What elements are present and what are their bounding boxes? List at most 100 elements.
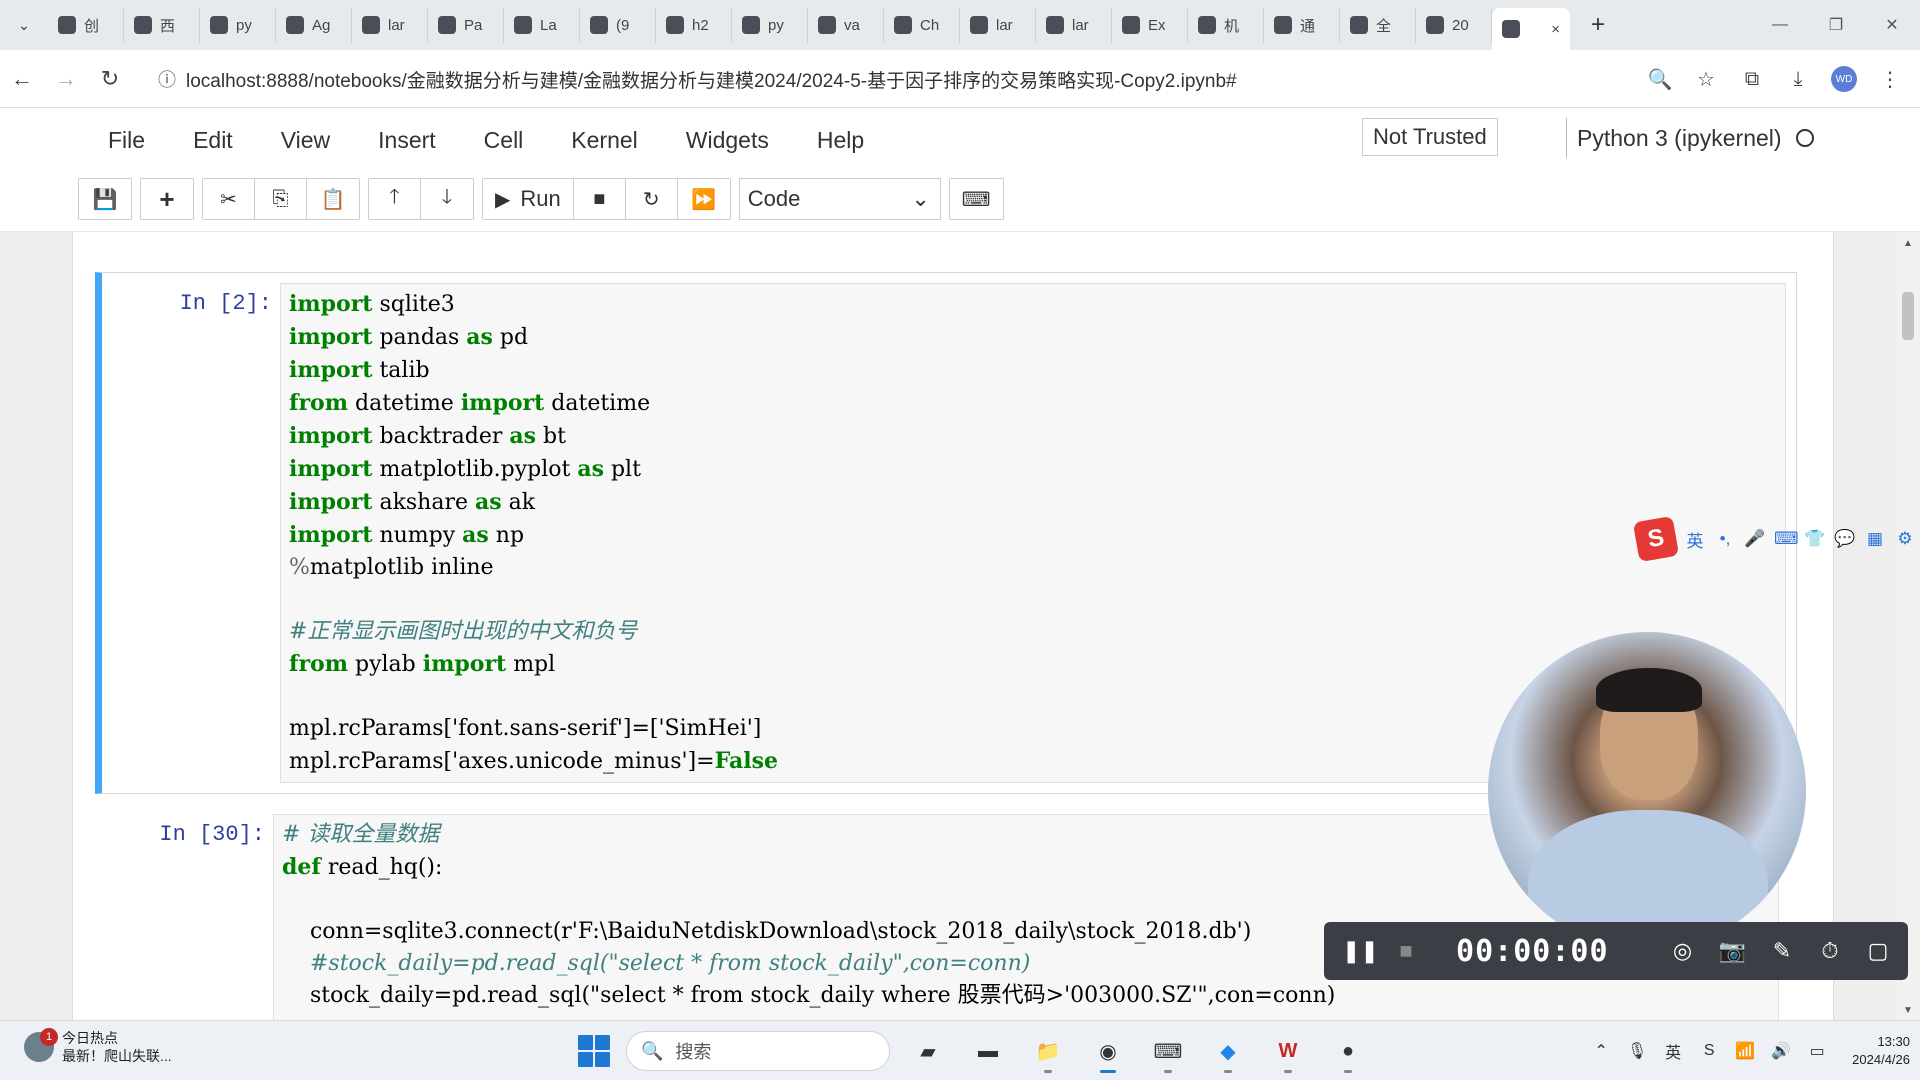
browser-tab[interactable]: lar — [352, 7, 428, 43]
volume-icon[interactable]: 🔊 — [1770, 1041, 1792, 1061]
bookmark-star-icon[interactable]: ☆ — [1686, 59, 1726, 99]
move-down-button[interactable]: 🡓 — [421, 179, 473, 219]
browser-tab[interactable]: (9 — [580, 7, 656, 43]
sogou-logo-icon[interactable]: S — [1632, 515, 1680, 563]
ime-toolbox-icon[interactable]: ▦ — [1864, 529, 1886, 549]
system-clock[interactable]: 13:30 2024/4/26 — [1852, 1033, 1910, 1069]
browser-tab[interactable]: py — [200, 7, 276, 43]
menu-help[interactable]: Help — [797, 122, 892, 158]
code-line: import pandas as pd — [289, 321, 1777, 354]
chevron-up-icon[interactable]: ⌃ — [1590, 1041, 1612, 1061]
news-widget[interactable]: 1 今日热点 最新！爬山失联... — [24, 1028, 172, 1065]
menu-widgets[interactable]: Widgets — [666, 122, 797, 158]
insert-cell-button[interactable]: + — [141, 179, 193, 219]
cell-type-select[interactable]: Code ⌄ — [738, 178, 941, 220]
copy-button[interactable]: ⎘ — [255, 179, 307, 219]
menu-cell[interactable]: Cell — [464, 122, 552, 158]
ime-skin-icon[interactable]: 👕 — [1804, 529, 1826, 549]
browser-tab[interactable]: × — [1492, 8, 1570, 50]
site-info-icon[interactable]: ⓘ — [158, 66, 176, 92]
browser-tab[interactable]: Ag — [276, 7, 352, 43]
browser-tab[interactable]: 创 — [48, 7, 124, 43]
ime-punctuation-icon[interactable]: •, — [1714, 529, 1736, 549]
browser-tab[interactable]: Ex — [1112, 7, 1188, 43]
browser-tab[interactable]: py — [732, 7, 808, 43]
close-window-button[interactable]: ✕ — [1864, 0, 1920, 50]
chrome-icon[interactable]: ◉ — [1086, 1029, 1130, 1073]
ime-settings-icon[interactable]: ⚙ — [1894, 529, 1916, 549]
pen-icon[interactable]: ✎ — [1770, 938, 1794, 964]
menu-edit[interactable]: Edit — [173, 122, 261, 158]
battery-icon[interactable]: ▭ — [1806, 1041, 1828, 1061]
wps-icon[interactable]: W — [1266, 1029, 1310, 1073]
new-tab-button[interactable]: + — [1578, 7, 1618, 43]
zoom-icon[interactable]: 🔍 — [1640, 59, 1680, 99]
restart-button[interactable]: ↻ — [625, 179, 678, 219]
browser-tab[interactable]: h2 — [656, 7, 732, 43]
move-up-button[interactable]: 🡑 — [369, 179, 421, 219]
timer-icon[interactable]: ⏱ — [1818, 938, 1842, 964]
browser-tab[interactable]: 机 — [1188, 7, 1264, 43]
minimize-button[interactable]: — — [1752, 0, 1808, 50]
stop-recording-icon[interactable]: ■ — [1394, 938, 1418, 964]
browser-tab[interactable]: lar — [960, 7, 1036, 43]
forward-button[interactable]: → — [44, 59, 88, 99]
taskbar-search[interactable]: 🔍 搜索 — [626, 1031, 890, 1071]
cut-button[interactable]: ✂ — [203, 179, 255, 219]
reload-button[interactable]: ↻ — [88, 59, 132, 99]
menu-view[interactable]: View — [261, 122, 358, 158]
menu-kernel[interactable]: Kernel — [551, 122, 665, 158]
trust-status-badge[interactable]: Not Trusted — [1362, 118, 1498, 156]
browser-tab[interactable]: lar — [1036, 7, 1112, 43]
task-view-icon[interactable]: ▰ — [906, 1029, 950, 1073]
ime-chat-icon[interactable]: 💬 — [1834, 529, 1856, 549]
pause-icon[interactable]: ❚❚ — [1342, 938, 1379, 964]
browser-tab[interactable]: 20 — [1416, 7, 1492, 43]
back-button[interactable]: ← — [0, 59, 44, 99]
cmd-icon[interactable]: ⌨ — [1146, 1029, 1190, 1073]
url-field[interactable]: ⓘ localhost:8888/notebooks/金融数据分析与建模/金融数… — [158, 60, 1558, 98]
interrupt-button[interactable]: ■ — [573, 179, 626, 219]
tab-search-dropdown[interactable]: ⌄ — [0, 0, 48, 50]
scroll-down-icon[interactable]: ▼ — [1903, 1005, 1913, 1016]
browser-tab[interactable]: La — [504, 7, 580, 43]
feishu-icon[interactable]: ◆ — [1206, 1029, 1250, 1073]
scroll-up-icon[interactable]: ▲ — [1903, 238, 1913, 249]
close-tab-icon[interactable]: × — [1551, 21, 1560, 38]
restart-run-all-button[interactable]: ⏩ — [677, 179, 730, 219]
browser-tab[interactable]: va — [808, 7, 884, 43]
microphone-icon[interactable]: 🎙 — [1626, 1041, 1648, 1061]
paste-button[interactable]: 📋 — [307, 179, 359, 219]
ime-keyboard-icon[interactable]: ⌨ — [1774, 529, 1799, 549]
save-button[interactable]: 💾 — [79, 179, 131, 219]
profile-button[interactable]: WD — [1824, 59, 1864, 99]
menu-file[interactable]: File — [88, 122, 173, 158]
download-icon[interactable]: ⤓ — [1778, 59, 1818, 99]
file-explorer-icon[interactable]: 📁 — [1026, 1029, 1070, 1073]
maximize-button[interactable]: ❐ — [1808, 0, 1864, 50]
camera-icon[interactable]: 📷 — [1719, 938, 1746, 964]
record-area-icon[interactable]: ◎ — [1671, 938, 1695, 964]
ime-language-toggle[interactable]: 英 — [1684, 527, 1706, 552]
terminal-app-icon[interactable]: ▬ — [966, 1029, 1010, 1073]
run-button[interactable]: ▶ Run — [483, 179, 574, 219]
command-palette-button[interactable]: ⌨ — [949, 179, 1003, 219]
plus-icon: + — [159, 183, 175, 214]
browser-tab[interactable]: 西 — [124, 7, 200, 43]
minimize-recorder-icon[interactable]: ▢ — [1866, 938, 1890, 964]
recorder-app-icon[interactable]: ● — [1326, 1029, 1370, 1073]
page-scrollbar[interactable]: ▲ ▼ — [1897, 232, 1920, 1020]
windows-start-icon[interactable] — [578, 1035, 610, 1067]
browser-tab[interactable]: 全 — [1340, 7, 1416, 43]
browser-tab[interactable]: Ch — [884, 7, 960, 43]
browser-menu-icon[interactable]: ⋮ — [1870, 59, 1910, 99]
extensions-icon[interactable]: ⧉ — [1732, 59, 1772, 99]
scrollbar-thumb[interactable] — [1902, 292, 1914, 340]
ime-voice-icon[interactable]: 🎤 — [1744, 529, 1766, 549]
menu-insert[interactable]: Insert — [358, 122, 464, 158]
wifi-icon[interactable]: 📶 — [1734, 1041, 1756, 1061]
browser-tab[interactable]: 通 — [1264, 7, 1340, 43]
sogou-tray-icon[interactable]: S — [1698, 1042, 1720, 1060]
ime-tray-icon[interactable]: 英 — [1662, 1039, 1684, 1063]
browser-tab[interactable]: Pa — [428, 7, 504, 43]
